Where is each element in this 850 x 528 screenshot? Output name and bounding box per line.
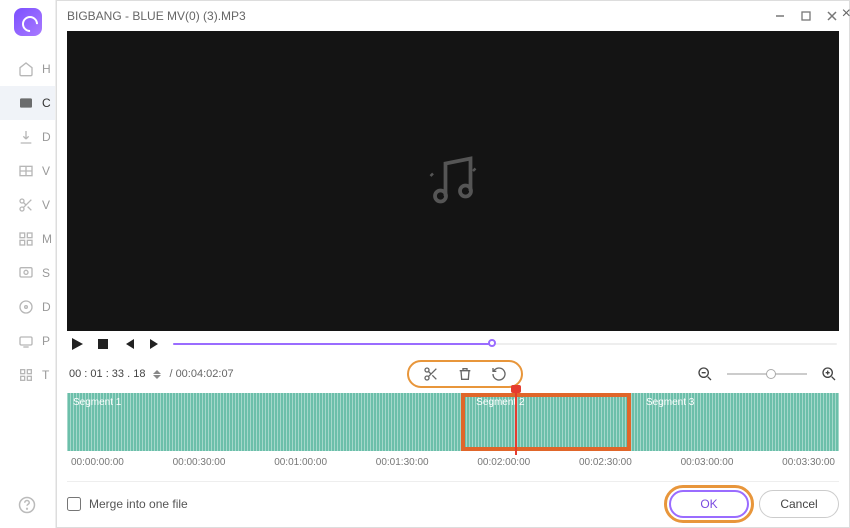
sidebar-label: D xyxy=(42,300,51,314)
ruler-tick: 00:01:30:00 xyxy=(376,457,429,468)
ok-button[interactable]: OK xyxy=(669,490,749,518)
collage-icon xyxy=(18,163,34,179)
record-icon xyxy=(18,265,34,281)
total-duration: / 00:04:02:07 xyxy=(169,368,233,380)
merge-checkbox-label[interactable]: Merge into one file xyxy=(67,497,188,511)
merge-label-text: Merge into one file xyxy=(89,497,188,511)
outer-close-icon[interactable]: × xyxy=(842,5,850,23)
zoom-in-button[interactable] xyxy=(821,366,837,382)
sidebar-item-home[interactable]: H xyxy=(0,52,55,86)
sidebar-label: P xyxy=(42,334,50,348)
playhead[interactable] xyxy=(515,387,517,455)
sidebar-item-toolbox[interactable]: T xyxy=(0,358,55,392)
merge-checkbox[interactable] xyxy=(67,497,81,511)
split-button[interactable] xyxy=(423,366,439,382)
sidebar-label: S xyxy=(42,266,50,280)
sidebar-label: V xyxy=(42,198,50,212)
app-logo xyxy=(14,8,42,36)
music-note-icon xyxy=(423,151,483,211)
disc-icon xyxy=(18,299,34,315)
sidebar-item-editor[interactable]: V xyxy=(0,188,55,222)
cancel-button[interactable]: Cancel xyxy=(759,490,839,518)
seek-thumb[interactable] xyxy=(488,339,496,347)
next-button[interactable] xyxy=(147,336,163,352)
delete-segment-button[interactable] xyxy=(457,366,473,382)
ruler-tick: 00:02:30:00 xyxy=(579,457,632,468)
minimize-button[interactable] xyxy=(773,9,787,23)
segment-label-1: Segment 1 xyxy=(73,397,121,408)
segment-label-2: Segment 2 xyxy=(476,397,524,408)
time-up-button[interactable] xyxy=(153,370,161,374)
sidebar-label: H xyxy=(42,62,51,76)
grid-icon xyxy=(18,231,34,247)
close-button[interactable] xyxy=(825,9,839,23)
waveform xyxy=(67,393,839,451)
segment-label-3: Segment 3 xyxy=(646,397,694,408)
sidebar-label: D xyxy=(42,130,51,144)
reset-button[interactable] xyxy=(491,366,507,382)
home-icon xyxy=(18,61,34,77)
time-down-button[interactable] xyxy=(153,375,161,379)
timeline-ruler: 00:00:00:00 00:00:30:00 00:01:00:00 00:0… xyxy=(57,451,849,468)
sidebar-label: T xyxy=(42,368,49,382)
converter-icon xyxy=(18,95,34,111)
ruler-tick: 00:00:00:00 xyxy=(71,457,124,468)
help-icon[interactable] xyxy=(18,496,36,514)
ruler-tick: 00:00:30:00 xyxy=(173,457,226,468)
trim-editor-window: BIGBANG - BLUE MV(0) (3).MP3 × 00 : 01 :… xyxy=(56,0,850,528)
zoom-slider[interactable] xyxy=(727,373,807,375)
sidebar-label: V xyxy=(42,164,50,178)
zoom-out-button[interactable] xyxy=(697,366,713,382)
sidebar-item-converter[interactable]: C xyxy=(0,86,55,120)
ruler-tick: 00:03:30:00 xyxy=(782,457,835,468)
ruler-tick: 00:03:00:00 xyxy=(681,457,734,468)
zoom-controls xyxy=(697,366,837,382)
scissors-icon xyxy=(18,197,34,213)
ruler-tick: 00:01:00:00 xyxy=(274,457,327,468)
sidebar-item-screen[interactable]: S xyxy=(0,256,55,290)
current-time-value: 00 : 01 : 33 . 18 xyxy=(69,368,145,380)
titlebar: BIGBANG - BLUE MV(0) (3).MP3 xyxy=(57,1,849,31)
time-toolbar: 00 : 01 : 33 . 18 / 00:04:02:07 xyxy=(57,357,849,391)
sidebar-label: C xyxy=(42,96,51,110)
play-button[interactable] xyxy=(69,336,85,352)
seek-bar[interactable] xyxy=(173,342,837,346)
waveform-area[interactable]: Segment 1 Segment 2 Segment 3 xyxy=(67,393,839,451)
ruler-tick: 00:02:00:00 xyxy=(477,457,530,468)
split-tool-group xyxy=(407,360,523,388)
tv-icon xyxy=(18,333,34,349)
sidebar-label: M xyxy=(42,232,52,246)
sidebar-item-merger[interactable]: M xyxy=(0,222,55,256)
window-title: BIGBANG - BLUE MV(0) (3).MP3 xyxy=(67,9,773,23)
sidebar-item-player[interactable]: P xyxy=(0,324,55,358)
current-time-input[interactable]: 00 : 01 : 33 . 18 xyxy=(69,368,161,380)
preview-area xyxy=(67,31,839,331)
sidebar-item-video[interactable]: V xyxy=(0,154,55,188)
sidebar-item-disc[interactable]: D xyxy=(0,290,55,324)
playback-controls xyxy=(57,331,849,357)
zoom-thumb[interactable] xyxy=(766,369,776,379)
stop-button[interactable] xyxy=(95,336,111,352)
prev-button[interactable] xyxy=(121,336,137,352)
download-icon xyxy=(18,129,34,145)
footer: Merge into one file OK Cancel xyxy=(67,481,839,517)
maximize-button[interactable] xyxy=(799,9,813,23)
sidebar-item-download[interactable]: D xyxy=(0,120,55,154)
apps-icon xyxy=(18,367,34,383)
app-sidebar: H C D V V M S D P T xyxy=(0,0,56,528)
